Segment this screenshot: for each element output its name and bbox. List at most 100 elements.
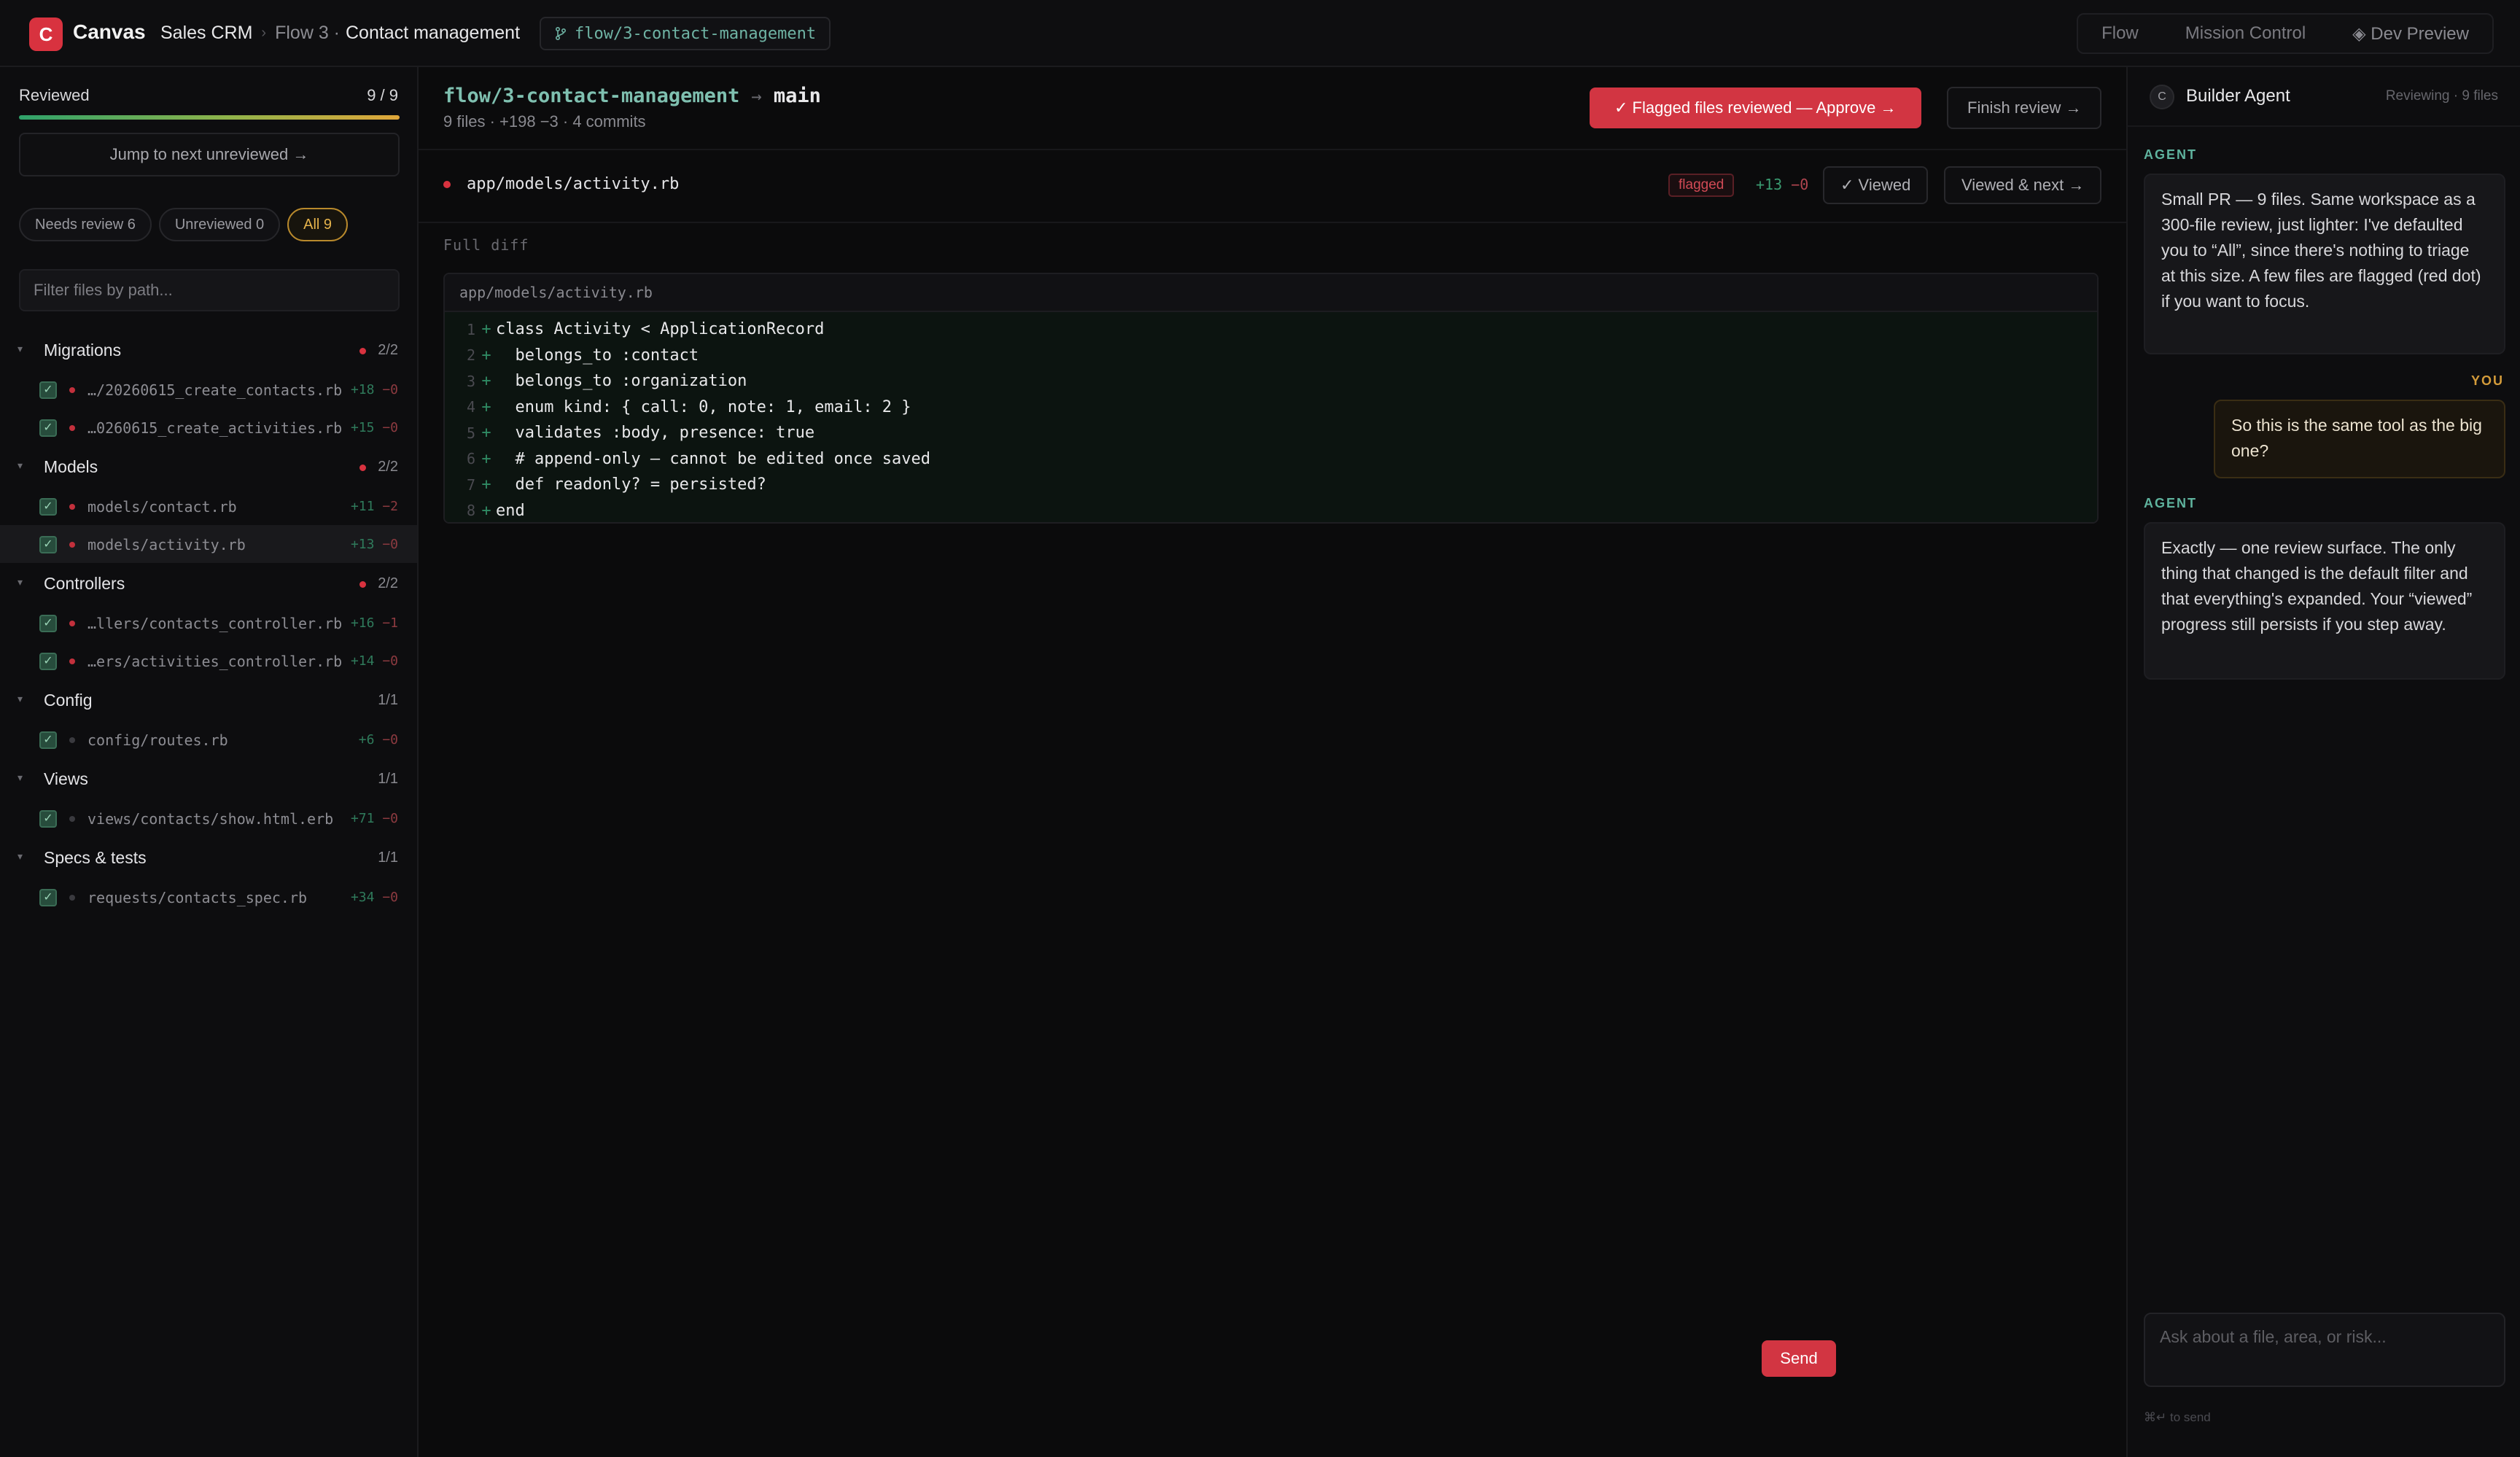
viewed-checkbox[interactable]: ✓ bbox=[39, 381, 57, 399]
file-name: config/routes.rb bbox=[88, 731, 228, 749]
folder-name: Views bbox=[44, 769, 88, 788]
approve-button[interactable]: ✓ Flagged files reviewed — Approve → bbox=[1590, 88, 1921, 128]
folder-name: Migrations bbox=[44, 341, 122, 360]
divider bbox=[419, 222, 2126, 223]
file-name: views/contacts/show.html.erb bbox=[88, 810, 334, 828]
file-diff-stats: +11 −2 bbox=[351, 499, 398, 514]
deletions-count: −0 bbox=[382, 811, 398, 826]
viewed-button[interactable]: ✓ Viewed bbox=[1823, 166, 1929, 204]
avatar: C bbox=[2150, 85, 2174, 109]
additions-count: +18 bbox=[350, 382, 375, 397]
file-name: requests/contacts_spec.rb bbox=[88, 889, 308, 906]
branch-pill[interactable]: flow/3-contact-management bbox=[540, 17, 831, 50]
additions-count: +15 bbox=[350, 420, 375, 435]
folder-count: 2/2 bbox=[378, 459, 398, 475]
agent-panel: C Builder Agent Reviewing · 9 files AGEN… bbox=[2126, 67, 2520, 1457]
deletions-count: −2 bbox=[382, 499, 398, 514]
plus-icon: + bbox=[481, 424, 491, 443]
viewed-checkbox[interactable]: ✓ bbox=[39, 419, 57, 437]
viewed-checkbox[interactable]: ✓ bbox=[39, 889, 57, 906]
jump-next-unreviewed-button[interactable]: Jump to next unreviewed → bbox=[19, 133, 400, 176]
folder-group[interactable]: ▾ Migrations 2/2 bbox=[0, 330, 417, 370]
viewed-checkbox[interactable]: ✓ bbox=[39, 653, 57, 670]
file-list-item[interactable]: ✓ …llers/contacts_controller.rb +16 −1 bbox=[0, 604, 417, 642]
plus-icon: + bbox=[481, 449, 491, 468]
chevron-down-icon[interactable]: ▾ bbox=[18, 693, 23, 705]
folder-count: 1/1 bbox=[378, 771, 398, 787]
viewed-next-button[interactable]: Viewed & next → bbox=[1944, 166, 2102, 204]
filter-files-input[interactable]: Filter files by path... bbox=[19, 269, 400, 311]
file-list-item[interactable]: ✓ requests/contacts_spec.rb +34 −0 bbox=[0, 878, 417, 916]
nav-dev-preview[interactable]: ◈ Dev Preview bbox=[2329, 15, 2492, 53]
deletions-count: −0 bbox=[382, 653, 398, 669]
file-name: …/20260615_create_contacts.rb bbox=[88, 381, 343, 399]
reviewed-progress-fill bbox=[19, 115, 400, 120]
flagged-dot-icon bbox=[69, 425, 75, 431]
additions-count: +14 bbox=[350, 653, 375, 669]
filter-needs-review[interactable]: Needs review 6 bbox=[19, 208, 152, 241]
message-role-you: YOU bbox=[2470, 373, 2504, 388]
filter-all[interactable]: All 9 bbox=[287, 208, 349, 241]
diff-line: 7 + def readonly? = persisted? bbox=[445, 472, 2097, 498]
ask-agent-input[interactable]: Ask about a file, area, or risk... bbox=[2144, 1313, 2505, 1387]
deletions-count: −0 bbox=[382, 890, 398, 905]
folder-group[interactable]: ▾ Controllers 2/2 bbox=[0, 563, 417, 604]
folder-count: 2/2 bbox=[378, 342, 398, 358]
arrow-right-icon: → bbox=[751, 85, 762, 106]
file-list-item[interactable]: ✓ config/routes.rb +6 −0 bbox=[0, 720, 417, 758]
flagged-dot-icon bbox=[69, 542, 75, 548]
chevron-down-icon[interactable]: ▾ bbox=[18, 459, 23, 472]
folder-group[interactable]: ▾ Models 2/2 bbox=[0, 446, 417, 487]
nav-flow[interactable]: Flow bbox=[2078, 15, 2162, 53]
send-button[interactable]: Send bbox=[1762, 1340, 1836, 1377]
app-logo[interactable]: C bbox=[29, 18, 63, 51]
viewed-checkbox[interactable]: ✓ bbox=[39, 615, 57, 632]
filter-unreviewed[interactable]: Unreviewed 0 bbox=[158, 208, 281, 241]
diff-line: 2 + belongs_to :contact bbox=[445, 343, 2097, 369]
file-name: …llers/contacts_controller.rb bbox=[88, 615, 343, 632]
code-text: end bbox=[496, 501, 525, 520]
breadcrumb-flow[interactable]: Flow 3 · bbox=[275, 23, 340, 44]
viewed-checkbox[interactable]: ✓ bbox=[39, 731, 57, 749]
reviewed-label: Reviewed bbox=[19, 86, 90, 104]
file-diff-stats: +6 −0 bbox=[359, 732, 398, 747]
viewed-checkbox[interactable]: ✓ bbox=[39, 810, 57, 828]
pr-target-branch: main bbox=[773, 85, 821, 107]
pr-source-branch: flow/3-contact-management bbox=[443, 85, 740, 107]
breadcrumb-project[interactable]: Sales CRM bbox=[160, 23, 252, 44]
folder-group[interactable]: ▾ Specs & tests 1/1 bbox=[0, 837, 417, 878]
file-list-item[interactable]: ✓ …ers/activities_controller.rb +14 −0 bbox=[0, 642, 417, 680]
breadcrumb: Sales CRM › Flow 3 · Contact management bbox=[160, 23, 520, 44]
file-list-item[interactable]: ✓ models/contact.rb +11 −2 bbox=[0, 487, 417, 525]
code-text: enum kind: { call: 0, note: 1, email: 2 … bbox=[496, 397, 911, 416]
deletions-count: −0 bbox=[382, 420, 398, 435]
top-nav: Flow Mission Control ◈ Dev Preview bbox=[2077, 13, 2494, 54]
filter-chips: Needs review 6 Unreviewed 0 All 9 bbox=[19, 208, 349, 241]
chevron-down-icon[interactable]: ▾ bbox=[18, 343, 23, 355]
viewed-checkbox[interactable]: ✓ bbox=[39, 536, 57, 553]
file-list-item[interactable]: ✓ …0260615_create_activities.rb +15 −0 bbox=[0, 408, 417, 446]
flagged-dot-icon bbox=[359, 581, 366, 588]
finish-review-button[interactable]: Finish review → bbox=[1947, 87, 2102, 129]
diff-line: 1 + class Activity < ApplicationRecord bbox=[445, 316, 2097, 343]
folder-group[interactable]: ▾ Config 1/1 bbox=[0, 680, 417, 720]
file-list-item[interactable]: ✓ …/20260615_create_contacts.rb +18 −0 bbox=[0, 370, 417, 408]
file-diff-stats: +71 −0 bbox=[351, 811, 398, 826]
chevron-down-icon[interactable]: ▾ bbox=[18, 576, 23, 588]
folder-group[interactable]: ▾ Views 1/1 bbox=[0, 758, 417, 799]
flagged-dot-icon bbox=[69, 658, 75, 664]
viewed-checkbox[interactable]: ✓ bbox=[39, 498, 57, 516]
file-diff-stats: +13 −0 bbox=[1756, 176, 1808, 193]
chevron-down-icon[interactable]: ▾ bbox=[18, 850, 23, 863]
diff-viewer: app/models/activity.rb 1 + class Activity … bbox=[443, 273, 2099, 524]
chevron-down-icon[interactable]: ▾ bbox=[18, 772, 23, 784]
divider bbox=[2128, 125, 2520, 127]
deletions-count: −0 bbox=[1791, 176, 1809, 193]
file-list-item[interactable]: ✓ models/activity.rb +13 −0 bbox=[0, 525, 417, 563]
file-list-item[interactable]: ✓ views/contacts/show.html.erb +71 −0 bbox=[0, 799, 417, 837]
code-text: validates :body, presence: true bbox=[496, 424, 815, 443]
pr-header: flow/3-contact-management → main bbox=[443, 85, 821, 107]
folder-name: Specs & tests bbox=[44, 848, 147, 867]
nav-mission-control[interactable]: Mission Control bbox=[2162, 15, 2329, 53]
diff-line: 3 + belongs_to :organization bbox=[445, 368, 2097, 395]
